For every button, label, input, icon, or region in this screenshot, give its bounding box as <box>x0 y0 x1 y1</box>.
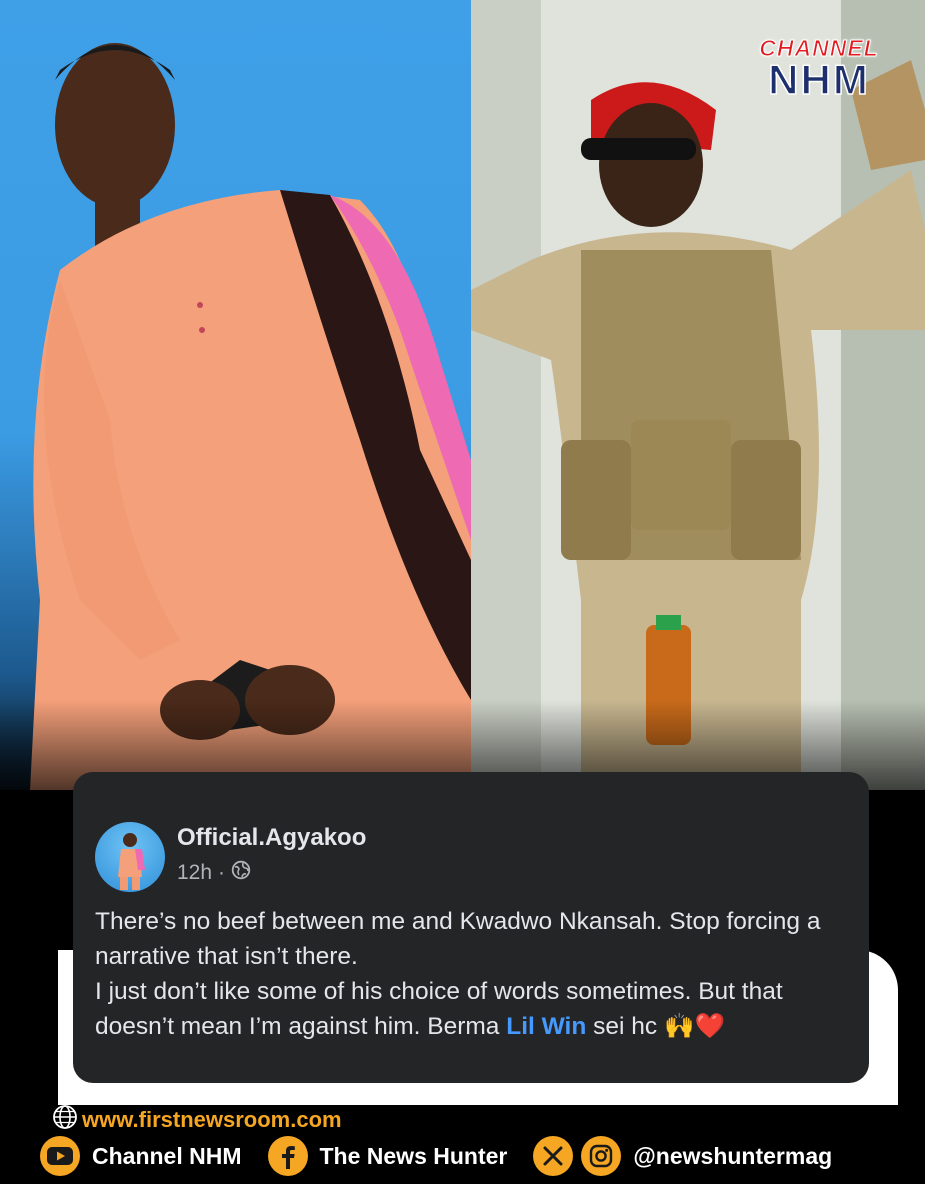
youtube-icon[interactable] <box>40 1136 80 1176</box>
post-timestamp[interactable]: 12h <box>177 861 212 885</box>
facebook-post-card: Official.Agyakoo 12h · There’s no beef b… <box>73 772 869 1083</box>
left-photo-illustration <box>30 43 471 790</box>
avatar-figure <box>118 833 145 890</box>
post-author-name[interactable]: Official.Agyakoo <box>177 824 366 852</box>
logo-line-nhm: NHM <box>767 56 870 103</box>
post-paragraph-1: There’s no beef between me and Kwadwo Nk… <box>95 908 821 970</box>
website-url: www.firstnewsroom.com <box>82 1107 342 1132</box>
globe-icon <box>52 1104 78 1136</box>
facebook-page-label[interactable]: The News Hunter <box>320 1143 508 1170</box>
facebook-icon[interactable] <box>267 1136 308 1176</box>
channel-nhm-logo: CHANNEL NHM <box>750 35 888 107</box>
post-body: There’s no beef between me and Kwadwo Nk… <box>95 904 865 1044</box>
globe-icon[interactable] <box>231 860 251 886</box>
social-handle-label[interactable]: @newshuntermag <box>633 1143 832 1170</box>
author-avatar[interactable] <box>95 822 165 892</box>
right-photo-illustration <box>471 0 925 790</box>
mention-lil-win[interactable]: Lil Win <box>506 1013 586 1040</box>
left-photo-man-in-orange <box>0 0 471 790</box>
right-photo-man-in-military-gear <box>471 0 925 790</box>
post-paragraph-2: I just don’t like some of his choice of … <box>95 974 865 1044</box>
emoji-hands-heart: 🙌❤️ <box>663 1013 725 1040</box>
social-links-row: Channel NHM The News Hunter @newshunterm… <box>40 1135 900 1177</box>
post-meta: 12h · <box>177 860 251 886</box>
paragraph-2-suffix: sei hc <box>586 1013 664 1040</box>
youtube-channel-label[interactable]: Channel NHM <box>92 1143 242 1170</box>
x-icon[interactable] <box>533 1136 574 1176</box>
website-link[interactable]: www.firstnewsroom.com <box>52 1104 342 1136</box>
meta-separator: · <box>218 861 226 884</box>
instagram-icon[interactable] <box>581 1136 622 1176</box>
